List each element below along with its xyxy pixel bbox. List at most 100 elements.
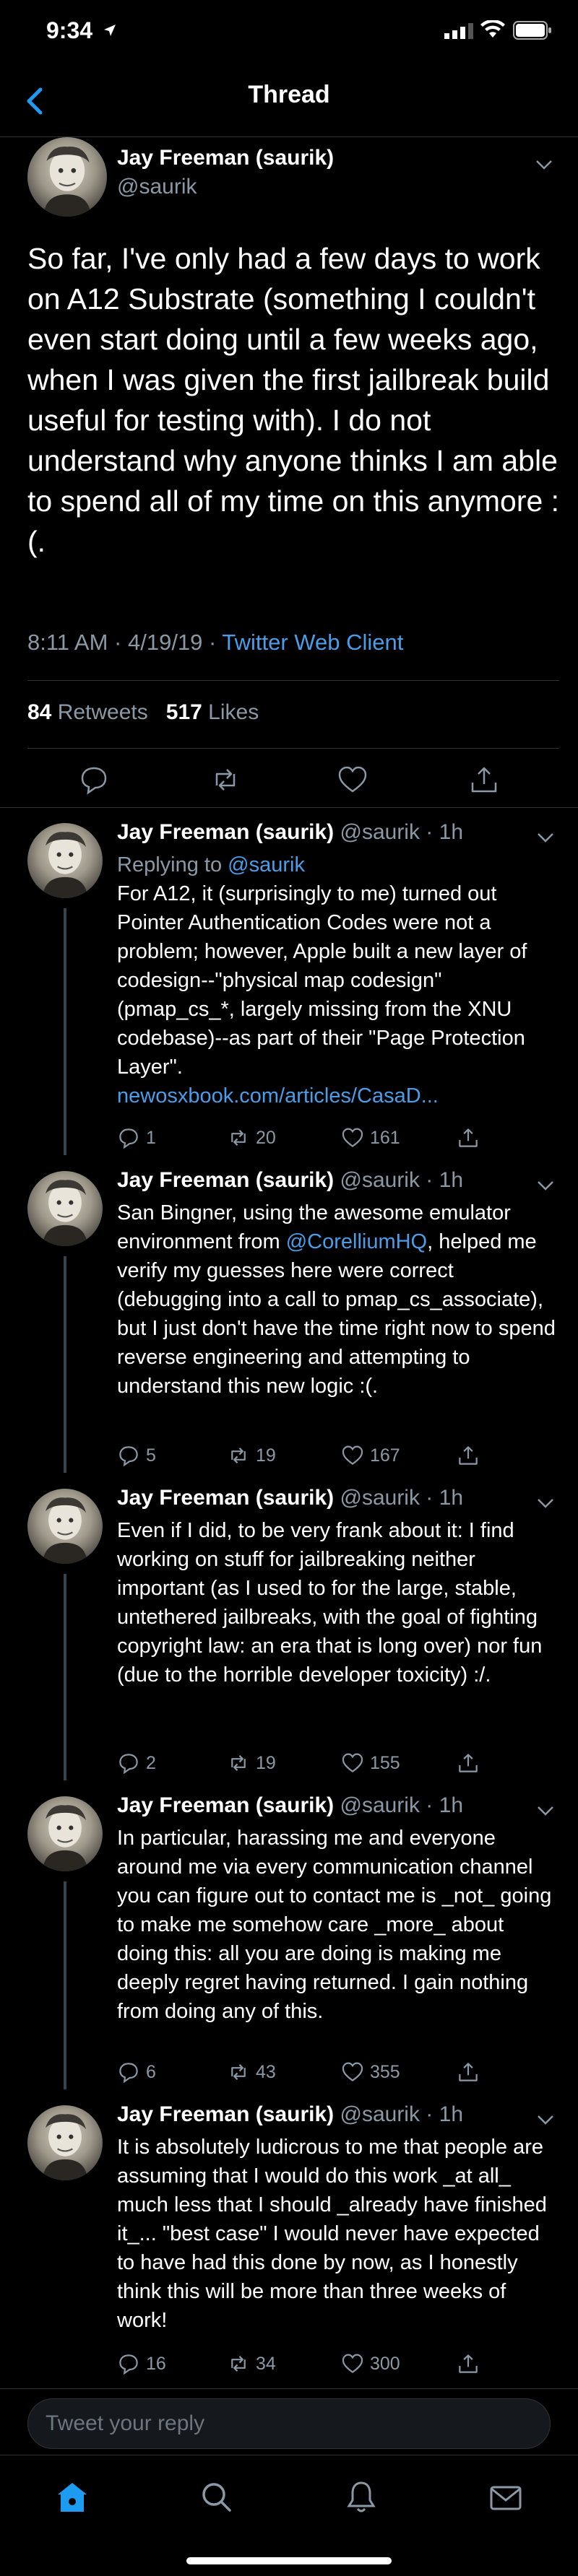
like-count: 355 — [370, 2061, 400, 2082]
author-name[interactable]: Jay Freeman (saurik) — [117, 1793, 334, 1817]
chevron-down-icon[interactable] — [536, 832, 555, 843]
reply-icon[interactable] — [78, 764, 110, 796]
avatar[interactable] — [27, 823, 103, 898]
home-icon[interactable] — [52, 2477, 92, 2518]
retweet-button[interactable]: 34 — [227, 2349, 276, 2378]
author-handle-time[interactable]: @saurik · 1h — [334, 820, 463, 844]
author-name[interactable]: Jay Freeman (saurik) — [117, 1168, 334, 1192]
author-name[interactable]: Jay Freeman (saurik) — [117, 820, 334, 844]
like-heart-icon — [342, 1753, 363, 1772]
share-button[interactable] — [457, 2349, 480, 2378]
retweet-button[interactable]: 19 — [227, 1441, 276, 1470]
like-count: 155 — [370, 1752, 400, 1773]
avatar[interactable] — [27, 137, 107, 217]
chevron-down-icon[interactable] — [536, 2114, 555, 2125]
retweet-button[interactable]: 19 — [227, 1749, 276, 1777]
reply-button[interactable]: 1 — [117, 1123, 156, 1152]
notifications-bell-icon[interactable] — [341, 2477, 381, 2518]
like-heart-icon[interactable] — [337, 764, 368, 796]
like-button[interactable]: 161 — [341, 1123, 400, 1152]
reply-actions: 16 34 300 — [117, 2349, 522, 2378]
chevron-down-icon[interactable] — [536, 1805, 555, 1816]
like-button[interactable]: 155 — [341, 1749, 400, 1777]
like-button[interactable]: 355 — [341, 2058, 400, 2087]
share-icon — [459, 2063, 478, 2081]
thread-line — [64, 1881, 66, 2089]
like-button[interactable]: 167 — [341, 1441, 400, 1470]
mention-link[interactable]: @CorelliumHQ — [286, 1230, 427, 1253]
reply-icon — [119, 1754, 138, 1775]
status-time: 9:34 — [46, 17, 93, 43]
likes-count[interactable]: 517 — [166, 700, 202, 724]
reply-count: 6 — [146, 2061, 156, 2082]
avatar[interactable] — [27, 1489, 103, 1564]
retweets-count[interactable]: 84 — [27, 700, 51, 724]
reply-header: Jay Freeman (saurik) @saurik · 1h — [117, 820, 463, 845]
share-icon[interactable] — [468, 764, 500, 796]
reply-button[interactable]: 6 — [117, 2058, 156, 2087]
avatar[interactable] — [27, 1171, 103, 1246]
reply-button[interactable]: 2 — [117, 1749, 156, 1777]
chevron-down-icon[interactable] — [535, 159, 553, 170]
share-button[interactable] — [457, 2058, 480, 2087]
avatar[interactable] — [27, 1796, 103, 1871]
author-handle-time[interactable]: @saurik · 1h — [334, 1486, 463, 1510]
search-icon[interactable] — [197, 2477, 237, 2518]
like-button[interactable]: 300 — [341, 2349, 400, 2378]
tweet-reply-input[interactable] — [46, 2399, 537, 2448]
chevron-down-icon[interactable] — [536, 1497, 555, 1509]
tweet-text: So far, I've only had a few days to work… — [27, 242, 560, 558]
reply-body-text: For A12, it (surprisingly to me) turned … — [117, 882, 527, 1079]
reply-text: It is absolutely ludicrous to me that pe… — [117, 2133, 558, 2335]
tweet-meta: 8:11 AM · 4/19/19 · Twitter Web Client — [27, 630, 403, 656]
avatar[interactable] — [27, 2105, 103, 2180]
reply-header: Jay Freeman (saurik) @saurik · 1h — [117, 1793, 463, 1818]
author-name[interactable]: Jay Freeman (saurik) — [117, 2102, 334, 2126]
reply-text: San Bingner, using the awesome emulator … — [117, 1198, 558, 1401]
reply-actions: 5 19 167 — [117, 1441, 522, 1470]
cellular-signal-icon — [444, 23, 473, 39]
author-handle[interactable]: @saurik — [117, 175, 197, 199]
reply-tweet: Jay Freeman (saurik) @saurik · 1h San Bi… — [0, 1155, 578, 1473]
retweet-icon — [231, 1448, 246, 1463]
author-name[interactable]: Jay Freeman (saurik) — [117, 146, 334, 170]
retweet-icon[interactable] — [210, 764, 241, 796]
retweet-button[interactable]: 43 — [227, 2058, 276, 2087]
retweet-button[interactable]: 20 — [227, 1123, 276, 1152]
thread-line — [64, 1574, 66, 1780]
likes-label[interactable]: Likes — [202, 700, 259, 724]
reply-tweet: Jay Freeman (saurik) @saurik · 1h In par… — [0, 1780, 578, 2089]
retweet-count: 19 — [256, 1445, 276, 1466]
reply-button[interactable]: 16 — [117, 2349, 166, 2378]
reply-count: 2 — [146, 1752, 156, 1773]
reply-body-text: Even if I did, to be very frank about it… — [117, 1519, 543, 1687]
reply-icon — [119, 1446, 138, 1467]
replying-to-handle[interactable]: @saurik — [228, 853, 305, 876]
author-name[interactable]: Jay Freeman (saurik) — [117, 1486, 334, 1510]
reply-composer — [27, 2398, 551, 2449]
reply-actions: 6 43 355 — [117, 2058, 522, 2087]
chevron-down-icon[interactable] — [536, 1180, 555, 1191]
share-button[interactable] — [457, 1441, 480, 1470]
author-handle-time[interactable]: @saurik · 1h — [334, 2102, 463, 2126]
reply-body-text: , helped me verify my guesses here were … — [117, 1230, 556, 1398]
retweets-label[interactable]: Retweets — [51, 700, 148, 724]
tweet-client-link[interactable]: Twitter Web Client — [222, 630, 403, 655]
tweet-timestamp: 8:11 AM · 4/19/19 · — [27, 630, 223, 655]
reply-header: Jay Freeman (saurik) @saurik · 1h — [117, 1168, 463, 1193]
reply-text: Even if I did, to be very frank about it… — [117, 1516, 558, 1689]
reply-count: 16 — [146, 2353, 166, 2374]
tweet-actions — [0, 760, 578, 809]
home-indicator[interactable] — [186, 2557, 392, 2564]
share-button[interactable] — [457, 1123, 480, 1152]
author-handle-time[interactable]: @saurik · 1h — [334, 1168, 463, 1192]
author-handle-time[interactable]: @saurik · 1h — [334, 1793, 463, 1817]
article-link[interactable]: newosxbook.com/articles/CasaD... — [117, 1084, 439, 1108]
reply-tweet: Jay Freeman (saurik) @saurik · 1h Even i… — [0, 1473, 578, 1780]
retweet-count: 20 — [256, 1127, 276, 1148]
share-button[interactable] — [457, 1749, 480, 1777]
wifi-icon — [480, 20, 505, 38]
messages-envelope-icon[interactable] — [486, 2477, 526, 2518]
reply-button[interactable]: 5 — [117, 1441, 156, 1470]
like-heart-icon — [342, 1445, 363, 1465]
